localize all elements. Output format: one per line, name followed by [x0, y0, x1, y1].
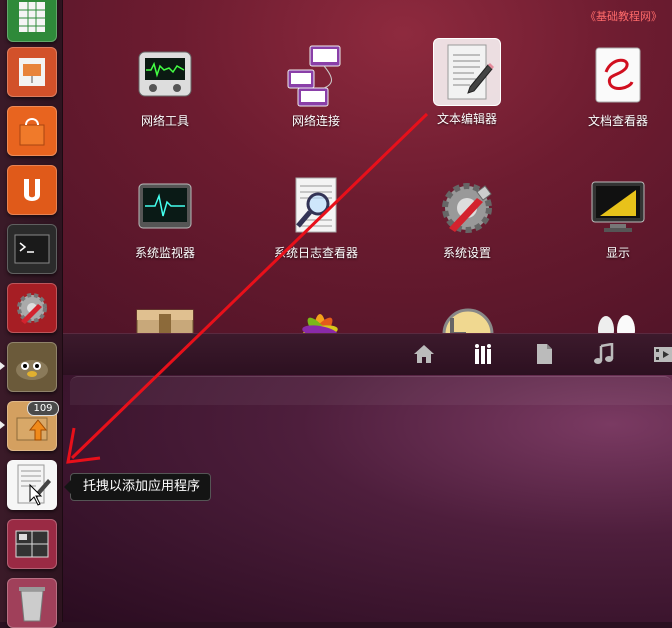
app-text-editor[interactable]: 文本编辑器 [397, 38, 537, 127]
display-icon [586, 176, 650, 240]
app-document-viewer[interactable]: 文档查看器 [548, 44, 672, 129]
lens-bar [62, 333, 672, 376]
backup-icon [442, 308, 494, 334]
spreadsheet-icon [19, 2, 45, 32]
partial-app-archive[interactable] [135, 300, 195, 334]
archive-icon [136, 309, 194, 334]
home-lens-icon[interactable] [413, 343, 435, 365]
app-label: 系统监视器 [134, 246, 195, 260]
network-tools-icon [133, 44, 197, 108]
document-viewer-icon [586, 44, 650, 108]
partial-app-chat[interactable] [592, 306, 642, 334]
app-label: 显示 [605, 246, 630, 260]
system-monitor-icon [133, 176, 197, 240]
workspace-switcher-icon [15, 530, 49, 558]
files-lens-icon[interactable] [533, 343, 555, 365]
launcher-trash[interactable] [7, 578, 57, 628]
app-label: 系统设置 [442, 246, 491, 260]
presentation-icon [19, 58, 45, 86]
app-network-tools[interactable]: 网络工具 [95, 44, 235, 129]
launcher-software-center[interactable] [7, 106, 57, 156]
system-settings-icon [435, 176, 499, 240]
launcher-ubuntu-one[interactable] [7, 165, 57, 215]
app-label: 网络工具 [140, 114, 189, 128]
partial-app-backup[interactable] [438, 304, 498, 334]
launcher-workspace-switcher[interactable] [7, 519, 57, 569]
partial-app-photos[interactable] [290, 302, 350, 334]
video-lens-icon[interactable] [653, 343, 672, 365]
launcher-presentation[interactable] [7, 47, 57, 97]
gear-icon [17, 293, 47, 324]
launcher-system-settings[interactable] [7, 283, 57, 333]
app-label: 系统日志查看器 [273, 246, 358, 260]
launcher: 109 [0, 0, 63, 628]
drag-tooltip: 托拽以添加应用程序 [63, 473, 212, 501]
app-system-monitor[interactable]: 系统监视器 [95, 176, 235, 261]
shopping-bag-icon [19, 118, 45, 146]
app-network-connections[interactable]: 网络连接 [246, 44, 386, 129]
app-system-settings[interactable]: 系统设置 [397, 176, 537, 261]
update-count-badge: 109 [27, 401, 59, 416]
network-connections-icon [284, 44, 348, 108]
launcher-gimp[interactable] [7, 342, 57, 392]
text-editor-icon [17, 464, 51, 506]
app-label: 网络连接 [291, 114, 340, 128]
app-label: 文本编辑器 [436, 112, 497, 126]
music-lens-icon[interactable] [593, 343, 615, 365]
running-indicator [0, 421, 5, 429]
terminal-icon [14, 234, 50, 264]
app-display[interactable]: 显示 [548, 176, 672, 261]
text-editor-icon [433, 38, 501, 106]
ubuntu-one-icon [24, 179, 40, 201]
launcher-text-editor-drop[interactable] [7, 460, 57, 510]
app-label: 文档查看器 [587, 114, 648, 128]
trash-icon [19, 587, 45, 622]
chat-icon [598, 315, 635, 334]
log-viewer-icon [284, 176, 348, 240]
flower-icon [302, 314, 338, 334]
gimp-icon [16, 360, 48, 380]
search-results-header [70, 376, 672, 405]
launcher-terminal[interactable] [7, 224, 57, 274]
applications-lens-icon[interactable] [473, 343, 495, 365]
app-log-viewer[interactable]: 系统日志查看器 [246, 176, 386, 261]
running-indicator [0, 362, 5, 370]
launcher-spreadsheet[interactable] [7, 0, 57, 42]
watermark: 《基础教程网》 [585, 10, 662, 23]
